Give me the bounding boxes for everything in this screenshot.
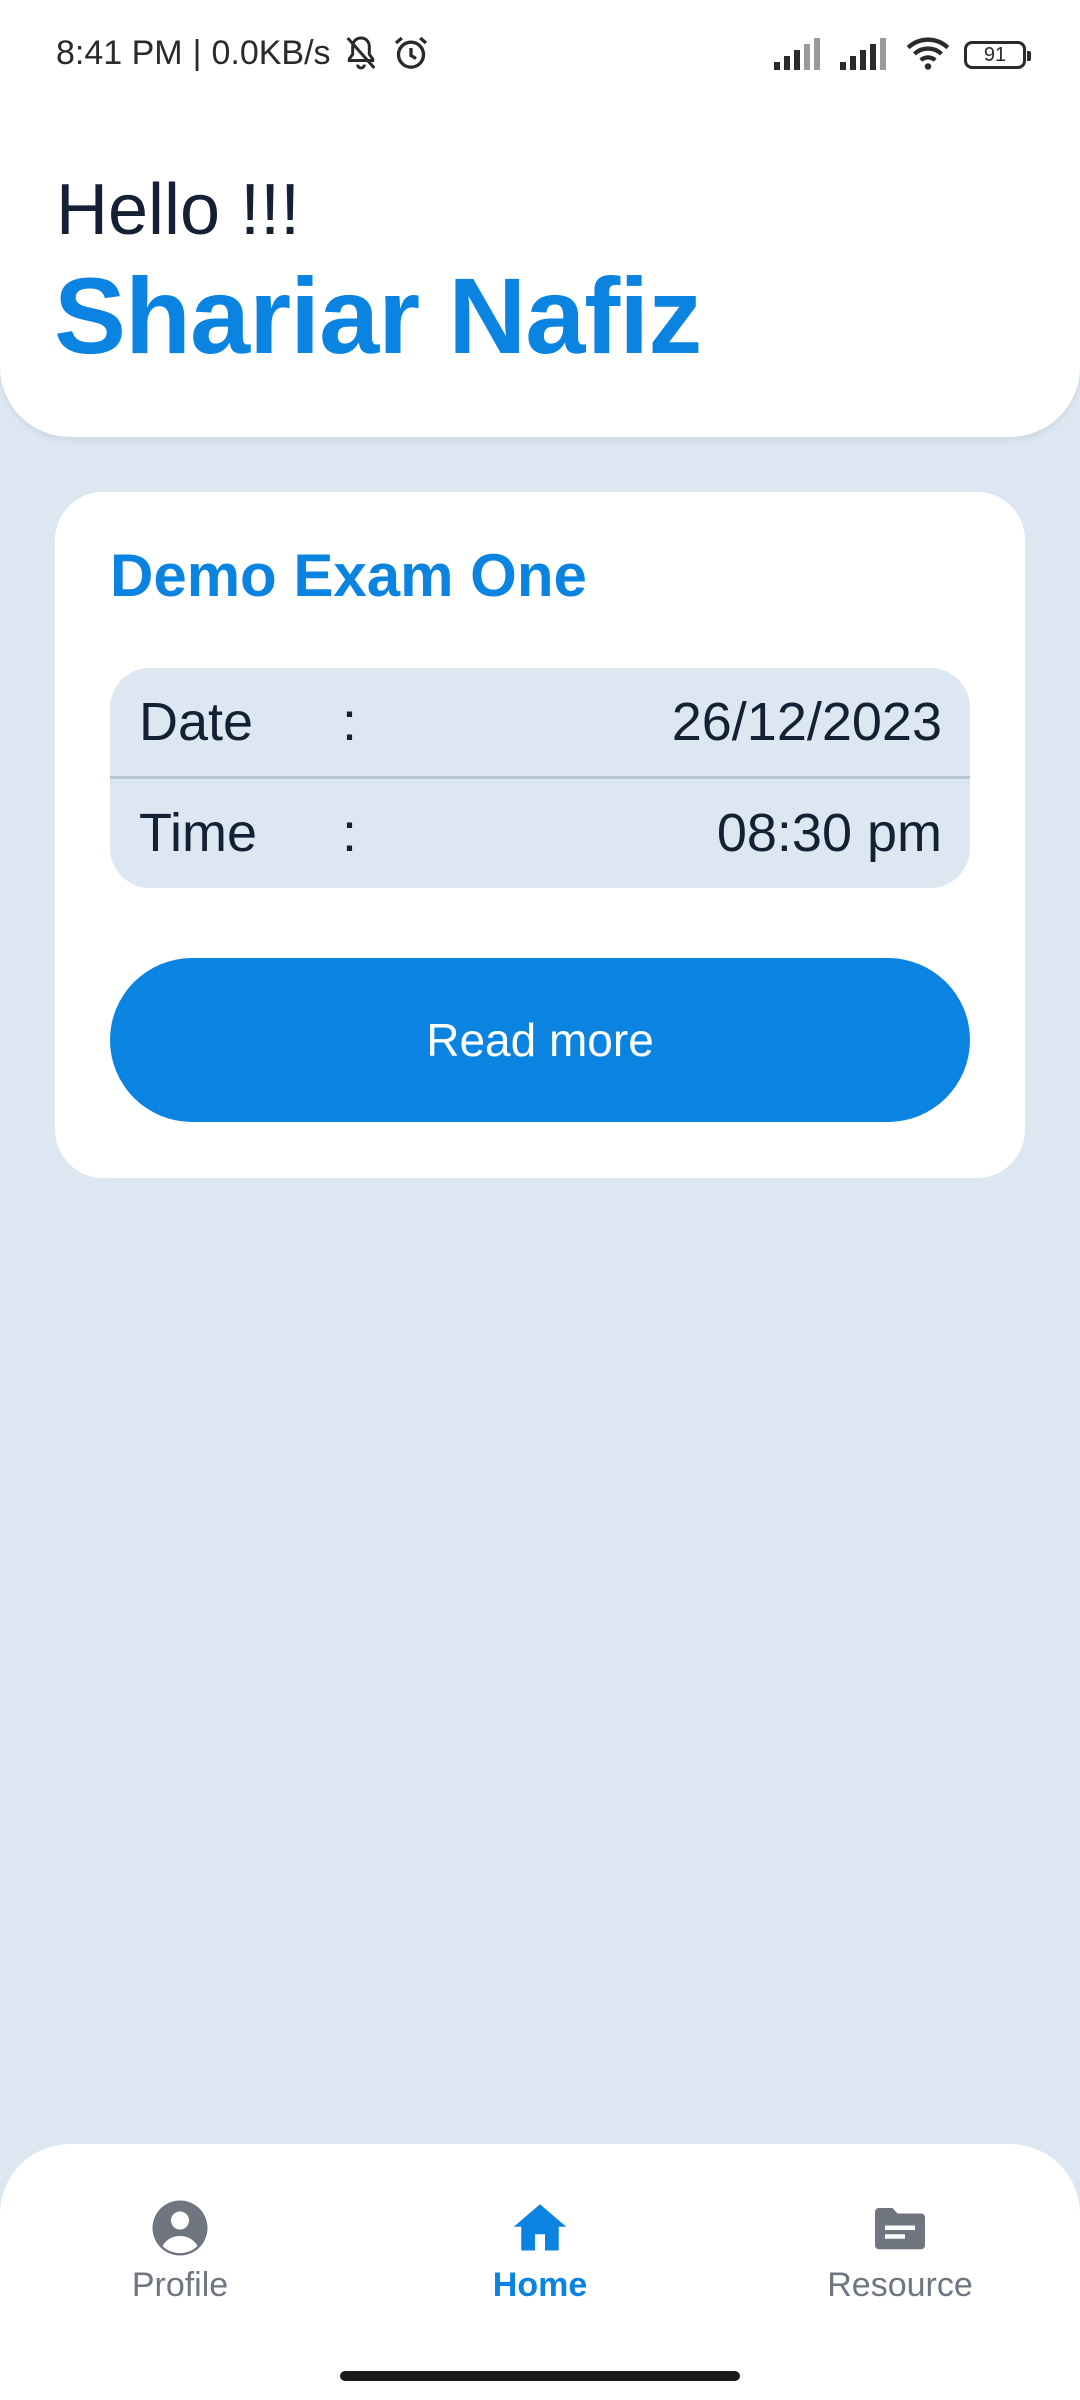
battery-level: 91 bbox=[983, 43, 1007, 66]
nav-item-home[interactable]: Home bbox=[440, 2198, 640, 2318]
status-bar: 8:41 PM | 0.0KB/s 91 bbox=[0, 0, 1080, 104]
exam-title: Demo Exam One bbox=[110, 542, 587, 609]
status-left: 8:41 PM | 0.0KB/s bbox=[56, 28, 431, 78]
bottom-navigation: Profile Home Resource bbox=[0, 2144, 1080, 2400]
time-colon: : bbox=[342, 803, 358, 863]
nav-label-resource: Resource bbox=[827, 2266, 973, 2304]
home-icon bbox=[510, 2198, 570, 2258]
status-separator: | bbox=[192, 33, 202, 72]
user-name: Shariar Nafiz bbox=[54, 255, 702, 376]
date-colon: : bbox=[342, 692, 358, 752]
time-row: Time : 08:30 pm bbox=[110, 779, 970, 887]
status-time: 8:41 PM bbox=[56, 33, 183, 72]
network-speed: 0.0KB/s bbox=[211, 33, 331, 72]
greeting-text: Hello !!! bbox=[56, 170, 301, 250]
time-value: 08:30 pm bbox=[716, 803, 942, 863]
nav-item-profile[interactable]: Profile bbox=[80, 2198, 280, 2318]
time-label: Time bbox=[139, 803, 257, 863]
battery-icon: 91 bbox=[964, 41, 1031, 69]
account-circle-icon bbox=[150, 2198, 210, 2258]
date-label: Date bbox=[139, 692, 254, 752]
wifi-icon bbox=[906, 35, 950, 76]
alarm-icon bbox=[391, 33, 431, 73]
signal-icon bbox=[840, 36, 892, 75]
nav-item-resource[interactable]: Resource bbox=[800, 2198, 1000, 2318]
header: 8:41 PM | 0.0KB/s 91 Hello !!! Shariar N… bbox=[0, 0, 1080, 437]
home-indicator[interactable] bbox=[340, 2371, 740, 2381]
read-more-button[interactable]: Read more bbox=[110, 958, 970, 1122]
exam-info-box: Date : 26/12/2023 Time : 08:30 pm bbox=[110, 668, 970, 888]
status-right: 91 bbox=[774, 30, 1031, 80]
exam-card: Demo Exam One Date : 26/12/2023 Time : 0… bbox=[55, 492, 1025, 1178]
nav-label-home: Home bbox=[492, 2266, 588, 2304]
muted-bell-icon bbox=[341, 33, 381, 73]
date-row: Date : 26/12/2023 bbox=[110, 668, 970, 779]
date-value: 26/12/2023 bbox=[671, 692, 942, 752]
folder-icon bbox=[870, 2198, 930, 2258]
nav-label-profile: Profile bbox=[131, 2266, 229, 2304]
signal-icon bbox=[774, 36, 826, 75]
